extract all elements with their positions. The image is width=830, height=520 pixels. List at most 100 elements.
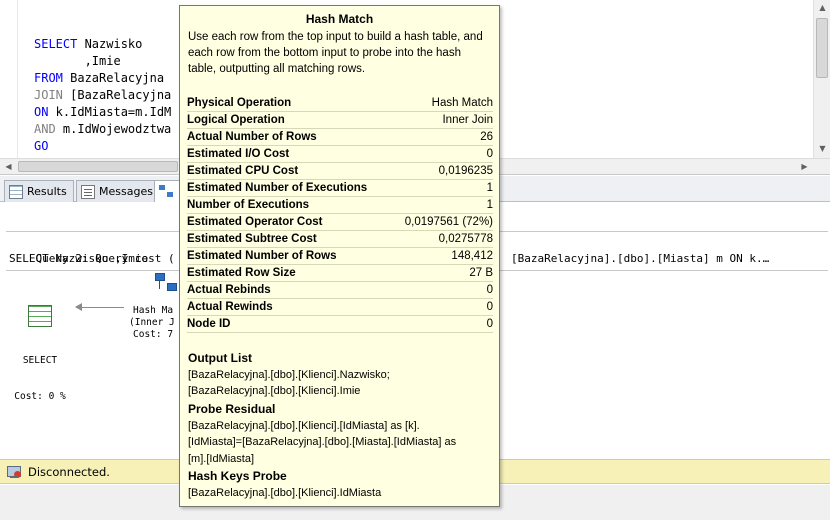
property-row: Number of Executions 1	[187, 197, 493, 214]
execution-plan-icon	[159, 184, 173, 199]
sql-text: Nazwisko	[77, 37, 143, 51]
property-value: 1	[486, 182, 493, 194]
sql-text: BazaRelacyjna	[62, 71, 165, 85]
property-name: Estimated Subtree Cost	[187, 233, 317, 245]
scroll-down-icon[interactable]: ▼	[814, 141, 830, 157]
property-value: 0	[486, 284, 493, 296]
tab-results-label: Results	[27, 184, 67, 198]
tab-messages[interactable]: Messages	[76, 180, 160, 202]
property-name: Estimated CPU Cost	[187, 165, 299, 177]
sql-code-line[interactable]: FROM BazaRelacyjna	[34, 70, 171, 87]
sql-keyword: SELECT	[34, 37, 78, 51]
sql-text: m.IdWojewodztwa	[55, 122, 172, 136]
hash-match-tooltip: Hash Match Use each row from the top inp…	[179, 5, 500, 507]
query-sql-tail: [BazaRelacyjna].[dbo].[Miasta] m ON k.…	[511, 252, 770, 265]
hash-keys-probe-line: [BazaRelacyjna].[dbo].[Klienci].IdMiasta	[188, 486, 382, 499]
scroll-right-icon[interactable]: ▶	[796, 159, 813, 175]
hash-match-icon	[155, 273, 181, 295]
grid-icon	[9, 184, 23, 199]
property-row: Logical Operation Inner Join	[187, 112, 493, 129]
property-row: Estimated CPU Cost 0,0196235	[187, 163, 493, 180]
output-list-line: [BazaRelacyjna].[dbo].[Klienci].Imie	[188, 385, 361, 397]
select-node[interactable]: SELECT Cost: 0 %	[8, 281, 72, 427]
property-name: Actual Rebinds	[187, 284, 271, 296]
property-row: Actual Rewinds 0	[187, 299, 493, 316]
property-value: 27 B	[469, 267, 493, 279]
property-row: Estimated Subtree Cost 0,0275778	[187, 231, 493, 248]
property-value: 0	[486, 318, 493, 330]
probe-residual-line: [m].[IdMiasta]	[188, 452, 255, 465]
property-value: 26	[480, 131, 493, 143]
tab-execution-plan[interactable]	[154, 180, 180, 202]
sql-code-line[interactable]: ON k.IdMiasta=m.IdM	[34, 104, 171, 121]
sql-text: [BazaRelacyjna	[62, 88, 172, 102]
property-value: Inner Join	[442, 114, 493, 126]
horizontal-scroll-thumb[interactable]	[18, 161, 178, 172]
output-list-heading: Output List	[188, 351, 252, 365]
editor-gutter	[0, 0, 18, 158]
probe-residual-section: Probe Residual [BazaRelacyjna].[dbo].[Kl…	[188, 401, 493, 467]
sql-code-line[interactable]: AND m.IdWojewodztwa	[34, 121, 171, 138]
sql-code-line[interactable]: SELECT Nazwisko	[34, 36, 171, 53]
property-value: 0,0196235	[438, 165, 493, 177]
tab-messages-label: Messages	[99, 184, 153, 198]
property-name: Physical Operation	[187, 97, 292, 109]
property-row: Estimated I/O Cost 0	[187, 146, 493, 163]
sql-text: k.IdMiasta=m.IdM	[48, 105, 172, 119]
sql-keyword: AND	[34, 122, 56, 136]
messages-icon	[81, 184, 95, 199]
hash-node-sub: (Inner J	[129, 317, 175, 328]
property-name: Node ID	[187, 318, 231, 330]
property-value: 0	[486, 148, 493, 160]
query-sql-text: SELECT Nazwisko ,Imie	[9, 252, 149, 265]
scroll-up-icon[interactable]: ▲	[814, 0, 830, 16]
scroll-left-icon[interactable]: ◀	[0, 159, 17, 175]
tab-results[interactable]: Results	[4, 180, 74, 202]
sql-keyword: GO	[34, 139, 49, 153]
property-row: Physical Operation Hash Match	[187, 95, 493, 112]
output-list-line: [BazaRelacyjna].[dbo].[Klienci].Nazwisko…	[188, 368, 390, 381]
property-value: 0,0275778	[438, 233, 493, 245]
sql-code-line[interactable]: ,Imie	[34, 53, 171, 70]
property-name: Logical Operation	[187, 114, 285, 126]
editor-vertical-scrollbar[interactable]: ▲ ▼	[813, 0, 830, 158]
property-name: Estimated Row Size	[187, 267, 296, 279]
sql-keyword: FROM	[34, 71, 63, 85]
hash-keys-probe-section: Hash Keys Probe [BazaRelacyjna].[dbo].[K…	[188, 468, 493, 501]
property-name: Number of Executions	[187, 199, 310, 211]
vertical-scroll-thumb[interactable]	[816, 18, 828, 78]
property-row: Estimated Number of Rows 148,412	[187, 248, 493, 265]
property-row: Estimated Number of Executions 1	[187, 180, 493, 197]
property-value: 1	[486, 199, 493, 211]
sql-code-line[interactable]: JOIN [BazaRelacyjna	[34, 87, 171, 104]
property-row: Node ID 0	[187, 316, 493, 333]
select-node-cost: Cost: 0 %	[14, 391, 66, 402]
hash-keys-probe-heading: Hash Keys Probe	[188, 469, 287, 483]
sql-keyword: ON	[34, 105, 49, 119]
property-row: Estimated Row Size 27 B	[187, 265, 493, 282]
probe-residual-line: [BazaRelacyjna].[dbo].[Klienci].[IdMiast…	[188, 419, 420, 432]
tooltip-description: Use each row from the top input to build…	[188, 31, 483, 75]
property-row: Actual Rebinds 0	[187, 282, 493, 299]
probe-residual-heading: Probe Residual	[188, 402, 276, 416]
plan-arrow	[75, 303, 124, 311]
property-value: 0,0197561 (72%)	[404, 216, 493, 228]
property-row: Estimated Operator Cost 0,0197561 (72%)	[187, 214, 493, 231]
disconnected-icon	[6, 465, 22, 479]
output-list-section: Output List [BazaRelacyjna].[dbo].[Klien…	[188, 350, 493, 400]
property-name: Actual Number of Rows	[187, 131, 317, 143]
sql-code[interactable]: SELECT Nazwisko ,Imie FROM BazaRelacyjna J…	[34, 36, 171, 155]
property-name: Estimated Number of Executions	[187, 182, 368, 194]
tooltip-title: Hash Match	[305, 12, 374, 26]
hash-match-node[interactable]: Hash Ma (Inner J Cost: 7	[127, 273, 179, 343]
property-name: Actual Rewinds	[187, 301, 273, 313]
status-text: Disconnected.	[28, 464, 110, 479]
property-name: Estimated Number of Rows	[187, 250, 337, 262]
property-row: Actual Number of Rows 26	[187, 129, 493, 146]
sql-code-line[interactable]: GO	[34, 138, 171, 155]
property-name: Estimated I/O Cost	[187, 148, 290, 160]
property-value: Hash Match	[431, 97, 493, 109]
property-value: 0	[486, 301, 493, 313]
sql-text: ,Imie	[34, 54, 121, 68]
select-operator-icon	[28, 305, 52, 327]
